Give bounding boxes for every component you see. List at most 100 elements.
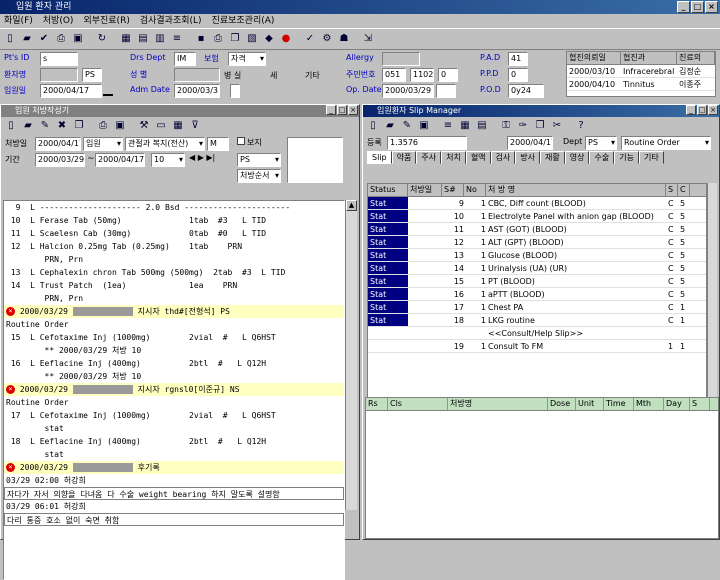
column-header[interactable]: Mth — [634, 398, 664, 410]
mode-select[interactable]: 처방순서 — [237, 169, 281, 183]
list-item[interactable]: 18 L Eeflacine Inj (400mg) 2btl # L Q12H — [4, 435, 344, 448]
table-row[interactable]: Stat 17 1 Chest PA C 1 — [368, 301, 706, 314]
opdate-field[interactable]: 2000/03/29 — [382, 84, 434, 98]
users-icon[interactable]: ☗ — [336, 31, 352, 47]
list-item[interactable]: Routine Order — [4, 396, 344, 409]
memo-box[interactable] — [287, 137, 343, 183]
tab-6[interactable]: 방사 — [515, 151, 541, 164]
copy-icon[interactable]: ❐ — [532, 118, 548, 134]
list-item[interactable]: 10 L Ferase Tab (50mg) 1tab #3 L TID — [4, 214, 344, 227]
column-header[interactable]: Dose — [548, 398, 576, 410]
column-header[interactable]: 처방명 — [448, 398, 548, 410]
scissors-icon[interactable]: ✂ — [549, 118, 565, 134]
list-item[interactable]: stat — [4, 422, 344, 435]
table-row[interactable]: Stat 15 1 PT (BLOOD) C 5 — [368, 275, 706, 288]
minimize-icon[interactable]: _ — [677, 1, 690, 13]
order-group-header[interactable]: × 2000/03/29 지시자 rgnsl0[이준규] NS — [4, 383, 344, 396]
adm-extra-field[interactable] — [230, 84, 240, 98]
printer-icon[interactable]: ⎙ — [210, 31, 226, 47]
column-header[interactable]: Status — [368, 184, 408, 196]
opdate-extra[interactable] — [436, 84, 456, 98]
scroll-up-icon[interactable]: ▲ — [346, 200, 357, 211]
list-item[interactable]: ** 2000/03/29 처방 10 — [4, 370, 344, 383]
tab-9[interactable]: 수술 — [589, 151, 615, 164]
error-icon[interactable]: × — [6, 385, 15, 394]
maximize-icon[interactable]: □ — [337, 105, 347, 115]
list-item[interactable]: PRN, Prn — [4, 253, 344, 266]
order-scrollbar[interactable]: ▲ — [345, 200, 357, 510]
chart-icon[interactable]: ▧ — [244, 31, 260, 47]
list-item[interactable]: stat — [4, 448, 344, 461]
reg-field-c[interactable]: 0 — [438, 68, 458, 82]
table-row[interactable]: Stat 12 1 ALT (GPT) (BLOOD) C 5 — [368, 236, 706, 249]
print-icon[interactable]: ⎙ — [53, 31, 69, 47]
list-item[interactable]: ** 2000/03/29 처방 10 — [4, 344, 344, 357]
table-row[interactable]: Stat 9 1 CBC, Diff count (BLOOD) C 5 — [368, 197, 706, 210]
slip-date-field[interactable]: 2000/04/17 — [507, 136, 553, 150]
save-icon[interactable]: ▣ — [416, 118, 432, 134]
adm-date-field[interactable]: 2000/03/3 — [174, 84, 220, 98]
new-icon[interactable]: ▯ — [365, 118, 381, 134]
range-to-field[interactable]: 2000/04/17 — [95, 153, 145, 167]
tab-2[interactable]: 주사 — [416, 151, 442, 164]
order-group-header[interactable]: × 2000/03/29 지시자 thd#[전형석] PS — [4, 305, 344, 318]
list-item[interactable]: 17 L Cefotaxime Inj (1000mg) 2vial # L Q… — [4, 409, 344, 422]
error-icon[interactable]: × — [6, 307, 15, 316]
column-header[interactable]: S — [690, 398, 710, 410]
note-text[interactable]: 다리 통증 호소 없이 숙면 취함 — [4, 513, 344, 526]
folder-icon[interactable]: ▰ — [20, 118, 36, 134]
table-row[interactable]: Stat 14 1 Urinalysis (UA) (UR) C 5 — [368, 262, 706, 275]
column-header[interactable]: Time — [604, 398, 634, 410]
note-text[interactable]: 자다가 자서 의향을 다녀옴 다 수술 weight bearing 하지 말도… — [4, 487, 344, 500]
select-patient[interactable]: PS — [237, 153, 281, 167]
folder-icon[interactable]: ▰ — [382, 118, 398, 134]
column-header[interactable]: Rs — [366, 398, 388, 410]
show-checkbox[interactable] — [237, 137, 245, 145]
save-icon[interactable]: ▣ — [70, 31, 86, 47]
list-item[interactable]: 15 L Cefotaxime Inj (1000mg) 2vial # L Q… — [4, 331, 344, 344]
save-icon[interactable]: ▣ — [112, 118, 128, 134]
tab-1[interactable]: 약품 — [391, 151, 417, 164]
print-icon[interactable]: ⎙ — [95, 118, 111, 134]
edit-icon[interactable]: ✎ — [399, 118, 415, 134]
order-status-field[interactable]: M — [207, 137, 229, 151]
table-icon[interactable]: ▤ — [135, 31, 151, 47]
order-list[interactable]: 9 L --------------------- 2.0 Bsd ------… — [3, 200, 345, 580]
close-icon[interactable]: × — [705, 1, 718, 13]
list-item[interactable]: 13 L Cephalexin chron Tab 500mg (500mg) … — [4, 266, 344, 279]
table-row[interactable]: 2000/04/10 Tinnitus 이종주 — [567, 78, 715, 91]
insurance-select[interactable]: 자격 — [228, 52, 266, 66]
close-icon[interactable]: × — [348, 105, 358, 115]
menu-lab-results[interactable]: 검사결과조회(L) — [140, 14, 202, 28]
save-disk-icon[interactable]: ▪ — [193, 31, 209, 47]
stop-icon[interactable]: ● — [278, 31, 294, 47]
grid-icon[interactable]: ▦ — [170, 118, 186, 134]
help-icon[interactable]: ? — [573, 118, 589, 134]
column-header[interactable]: 처 방 명 — [486, 184, 666, 196]
order-group-header[interactable]: × 2000/03/29 후기록 — [4, 461, 344, 474]
reg-field-b[interactable]: 1102 — [410, 68, 434, 82]
list-item[interactable]: Routine Order — [4, 318, 344, 331]
close-icon[interactable]: × — [708, 105, 718, 115]
menu-order[interactable]: 처방(O) — [43, 14, 74, 28]
table-row[interactable]: <<Consult/Help Slip>> — [368, 327, 706, 340]
table-row[interactable]: 19 1 Consult To FM 1 1 — [368, 340, 706, 353]
minimize-icon[interactable]: _ — [326, 105, 336, 115]
range-from-field[interactable]: 2000/03/29 — [35, 153, 85, 167]
refresh-icon[interactable]: ↻ — [94, 31, 110, 47]
column-header[interactable]: Day — [664, 398, 690, 410]
tab-0[interactable]: Slip — [367, 151, 392, 164]
tab-3[interactable]: 처치 — [441, 151, 466, 164]
copy-icon[interactable]: ❐ — [71, 118, 87, 134]
grid-icon[interactable]: ▦ — [457, 118, 473, 134]
maximize-icon[interactable]: □ — [691, 1, 704, 13]
slip-no-field[interactable]: 1.3576 — [387, 136, 467, 150]
list-item[interactable]: 11 L Scaelesn Cab (30mg) 0tab #0 L TID — [4, 227, 344, 240]
table-row[interactable]: 2000/03/10 Infracerebral 김정순 — [567, 65, 715, 78]
tool-icon[interactable]: ⚒ — [136, 118, 152, 134]
count-select[interactable]: 10 — [151, 153, 185, 167]
list-item[interactable]: 16 L Eeflacine Inj (400mg) 2btl # L Q12H — [4, 357, 344, 370]
list-icon[interactable]: ≡ — [169, 31, 185, 47]
tick-icon[interactable]: ✓ — [302, 31, 318, 47]
delete-icon[interactable]: ✖ — [54, 118, 70, 134]
